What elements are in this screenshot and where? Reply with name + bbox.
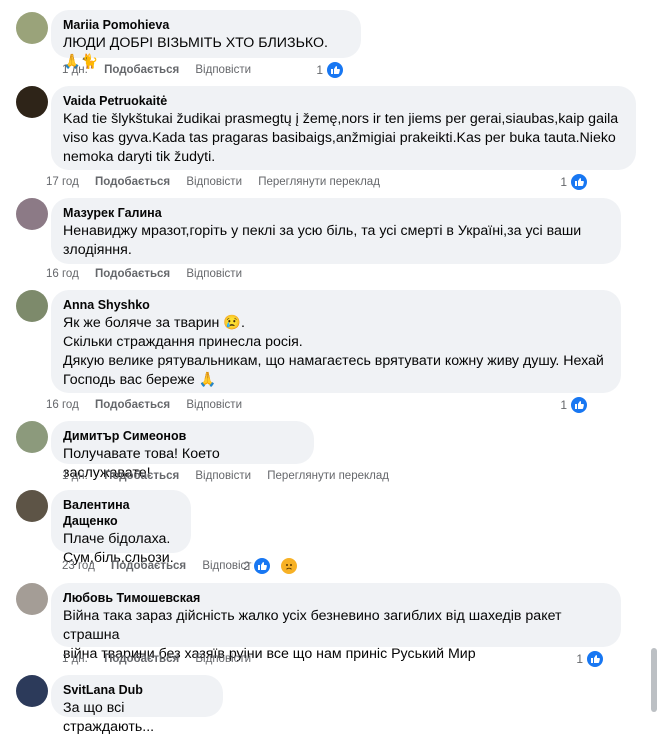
avatar[interactable] <box>16 421 48 453</box>
comment-text: Kad tie šlykštukai žudikai prasmegtų į ž… <box>63 111 619 165</box>
comment-author[interactable]: Валентина Дащенко <box>63 497 179 529</box>
thumbs-up-icon <box>325 60 345 80</box>
comment-actions: 23 год Подобається Відповісти 2 <box>62 556 312 576</box>
scrollbar-thumb[interactable] <box>651 648 657 712</box>
comment-text: За що всі страждають... <box>63 700 155 735</box>
reaction-count: 1 <box>316 63 323 77</box>
comment-time[interactable]: 23 год <box>62 560 95 572</box>
reply-button[interactable]: Відповісти <box>195 653 251 665</box>
comment-text: Ненавиджу мразот,горіть у пеклі за усю б… <box>63 223 582 258</box>
comment-bubble: Anna Shyshko Як же боляче за тварин 😢. С… <box>51 290 621 393</box>
comment-actions: 16 год Подобається Відповісти 1 <box>46 395 602 415</box>
comment-bubble: Мазурек Галина Ненавиджу мразот,горіть у… <box>51 198 621 264</box>
comment-bubble: Mariia Pomohieva ЛЮДИ ДОБРІ ВІЗЬМІТЬ ХТО… <box>51 10 361 70</box>
reaction-count: 1 <box>560 398 567 412</box>
reply-button[interactable]: Відповісти <box>186 176 242 188</box>
avatar[interactable] <box>16 490 48 522</box>
comment-author[interactable]: Мазурек Галина <box>63 205 609 221</box>
comment-author[interactable]: Vaida Petruokaitė <box>63 93 624 109</box>
avatar[interactable] <box>16 86 48 118</box>
like-button[interactable]: Подобається <box>95 176 170 188</box>
avatar[interactable] <box>16 675 48 707</box>
reaction-summary[interactable]: 1 <box>560 395 602 415</box>
thumbs-up-icon <box>569 172 589 192</box>
comment-author[interactable]: Anna Shyshko <box>63 297 609 313</box>
comment-bubble: Димитър Симеонов Получавате това! Което … <box>51 421 314 481</box>
comment-time[interactable]: 16 год <box>46 268 79 280</box>
thumbs-up-icon <box>252 556 272 576</box>
reaction-summary[interactable]: 2 <box>243 556 312 576</box>
comment-time[interactable]: 17 год <box>46 176 79 188</box>
comment-actions: 1 дн. Подобається Відповісти 1 <box>62 649 618 669</box>
like-button[interactable]: Подобається <box>104 470 179 482</box>
previous-content-edge <box>50 0 650 6</box>
comment-author[interactable]: Димитър Симеонов <box>63 428 302 444</box>
comment-time[interactable]: 16 год <box>46 399 79 411</box>
like-button[interactable]: Подобається <box>95 399 170 411</box>
comment-time[interactable]: 1 дн. <box>62 64 88 76</box>
sad-face-icon <box>279 556 299 576</box>
like-button[interactable]: Подобається <box>104 64 179 76</box>
comment-author[interactable]: SvitLana Dub <box>63 682 211 698</box>
comment-actions: 1 дн. Подобається Відповісти 1 <box>62 60 358 80</box>
avatar[interactable] <box>16 583 48 615</box>
like-button[interactable]: Подобається <box>95 268 170 280</box>
comment-author[interactable]: Mariia Pomohieva <box>63 17 349 33</box>
like-button[interactable]: Подобається <box>104 653 179 665</box>
comment-bubble: SvitLana Dub За що всі страждають... <box>51 675 223 735</box>
reaction-count: 2 <box>243 559 250 573</box>
avatar[interactable] <box>16 198 48 230</box>
comment-author[interactable]: Любовь Тимошевская <box>63 590 609 606</box>
comment-actions: 1 дн. Подобається Відповісти Переглянути… <box>62 467 402 485</box>
see-translation-button[interactable]: Переглянути переклад <box>258 176 380 188</box>
reaction-summary[interactable]: 1 <box>316 60 358 80</box>
comment-bubble: Любовь Тимошевская Війна така зараз дійс… <box>51 583 621 662</box>
reaction-count: 1 <box>576 652 583 666</box>
reply-button[interactable]: Відповісти <box>195 470 251 482</box>
reaction-count: 1 <box>560 175 567 189</box>
reply-button[interactable]: Відповісти <box>186 268 242 280</box>
comment-bubble: Vaida Petruokaitė Kad tie šlykštukai žud… <box>51 86 636 170</box>
comment-actions: 16 год Подобається Відповісти <box>46 265 602 283</box>
comment-actions: 17 год Подобається Відповісти Переглянут… <box>46 172 602 192</box>
reply-button[interactable]: Відповісти <box>186 399 242 411</box>
comment-time[interactable]: 1 дн. <box>62 653 88 665</box>
thumbs-up-icon <box>569 395 589 415</box>
thumbs-up-icon <box>585 649 605 669</box>
reaction-summary[interactable]: 1 <box>560 172 602 192</box>
comment-bubble: Валентина Дащенко Плаче бідолаха. Сум,бі… <box>51 490 191 566</box>
reaction-summary[interactable]: 1 <box>576 649 618 669</box>
comment-time[interactable]: 1 дн. <box>62 470 88 482</box>
like-button[interactable]: Подобається <box>111 560 186 572</box>
avatar[interactable] <box>16 12 48 44</box>
avatar[interactable] <box>16 290 48 322</box>
see-translation-button[interactable]: Переглянути переклад <box>267 470 389 482</box>
comment-text: Як же боляче за тварин 😢. Скільки стражд… <box>63 315 604 388</box>
reply-button[interactable]: Відповісти <box>195 64 251 76</box>
